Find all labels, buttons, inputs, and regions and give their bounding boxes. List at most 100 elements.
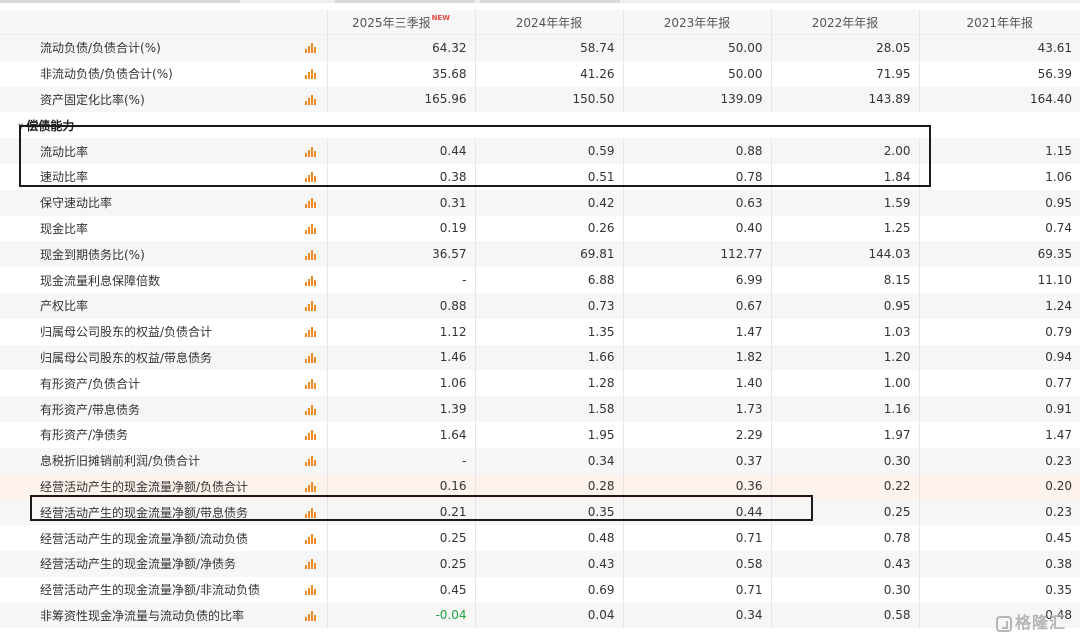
bar-chart-icon-bar [311,69,313,80]
row-chart-cell [305,267,327,293]
bar-chart-icon-bar [314,305,316,312]
table-row[interactable]: 现金流量利息保障倍数 -6.88 6.99 8.15 11.10 [0,267,1080,293]
bar-chart-icon[interactable] [305,275,316,286]
header-period-label: 2025年三季报 [352,15,431,30]
table-row[interactable]: 保守速动比率 0.31 0.42 0.63 1.59 0.95 [0,189,1080,216]
watermark-text: 格隆汇 [1014,613,1066,632]
table-row[interactable]: 有形资产/负债合计 1.06 1.28 1.40 1.00 0.77 [0,370,1080,397]
row-value: 6.88 [474,267,623,293]
top-strip-segment [480,0,620,3]
bar-chart-icon-bar [314,614,316,621]
bar-chart-icon-bar [311,223,313,234]
row-value: 1.47 [622,318,771,345]
table-row[interactable]: 非流动负债/负债合计(%) 35.68 41.26 50.00 71.95 56.39 [0,60,1080,87]
bar-chart-icon[interactable] [305,249,316,260]
bar-chart-icon-bar [314,253,316,260]
bar-chart-icon-bar [311,43,313,54]
bar-chart-icon-bar [311,481,313,492]
table-row[interactable]: 非筹资性现金净流量与流动负债的比率 -0.04 0.04 0.34 0.58 0.48 [0,602,1080,629]
table-row[interactable]: 有形资产/净债务 1.64 1.95 2.29 1.97 1.47 [0,421,1080,448]
bar-chart-icon-bar [308,97,310,105]
bar-chart-icon-bar [311,610,313,621]
row-value: 0.45 [918,525,1080,551]
row-chart-cell [305,550,327,577]
row-chart-cell [305,318,327,345]
bar-chart-icon-bar [311,352,313,363]
row-value: 1.73 [622,396,771,422]
bar-chart-icon[interactable] [305,610,316,621]
bar-chart-icon-bar [305,204,307,209]
row-chart-cell [305,447,327,474]
bar-chart-icon[interactable] [305,223,316,234]
table-row[interactable]: 归属母公司股东的权益/带息债务 1.46 1.66 1.82 1.20 0.94 [0,344,1080,371]
bar-chart-icon[interactable] [305,327,316,338]
table-row[interactable]: 流动负债/负债合计(%) 64.32 58.74 50.00 28.05 43.61 [0,34,1080,61]
row-value: 1.39 [326,396,475,422]
bar-chart-icon-bar [311,198,313,209]
bar-chart-icon[interactable] [305,301,316,312]
bar-chart-icon-bar [314,485,316,492]
row-value: 50.00 [622,34,771,61]
table-row[interactable]: 归属母公司股东的权益/负债合计 1.12 1.35 1.47 1.03 0.79 [0,318,1080,345]
bar-chart-icon[interactable] [305,198,316,209]
bar-chart-icon[interactable] [305,43,316,54]
row-value: 165.96 [326,86,475,113]
bar-chart-icon[interactable] [305,378,316,389]
bar-chart-icon-bar [314,537,316,544]
row-label: 现金流量利息保障倍数 [0,267,305,293]
bar-chart-icon-bar [308,536,310,544]
bar-chart-icon[interactable] [305,94,316,105]
row-value: 0.58 [622,550,771,577]
bar-chart-icon-bar [314,434,316,441]
row-chart-cell [305,86,327,113]
row-label: 有形资产/带息债务 [0,396,305,422]
row-value: 50.00 [622,60,771,87]
table-row[interactable]: 有形资产/带息债务 1.39 1.58 1.73 1.16 0.91 [0,396,1080,422]
table-row[interactable]: 经营活动产生的现金流量净额/非流动负债 0.45 0.69 0.71 0.30 0.35 [0,576,1080,603]
table-row[interactable]: 现金到期债务比(%) 36.57 69.81 112.77 144.03 69.35 [0,241,1080,268]
table-row[interactable]: 产权比率 0.88 0.73 0.67 0.95 1.24 [0,292,1080,319]
bar-chart-icon-bar [308,433,310,441]
bar-chart-icon-bar [314,279,316,286]
row-value: 0.31 [326,189,475,216]
bar-chart-icon-bar [314,356,316,363]
row-chart-cell [305,602,327,629]
table-row[interactable]: 经营活动产生的现金流量净额/流动负债 0.25 0.48 0.71 0.78 0.45 [0,525,1080,551]
bar-chart-icon[interactable] [305,352,316,363]
bar-chart-icon-bar [311,94,313,105]
bar-chart-icon[interactable] [305,404,316,415]
table-row[interactable]: 现金比率 0.19 0.26 0.40 1.25 0.74 [0,215,1080,242]
row-value: 64.32 [326,34,475,61]
bar-chart-icon[interactable] [305,533,316,544]
row-value: 0.78 [770,525,919,551]
row-value: 144.03 [770,241,919,268]
header-period-2025q3[interactable]: 2025年三季报NEW [326,10,475,35]
row-label: 资产固定化比率(%) [0,86,305,113]
row-value: 0.95 [918,189,1080,216]
bar-chart-icon-bar [305,229,307,234]
row-value: 1.24 [918,292,1080,319]
bar-chart-icon[interactable] [305,430,316,441]
bar-chart-icon[interactable] [305,69,316,80]
bar-chart-icon[interactable] [305,481,316,492]
table-row[interactable]: 经营活动产生的现金流量净额/净债务 0.25 0.43 0.58 0.43 0.38 [0,550,1080,577]
header-period-2023[interactable]: 2023年年报 [622,10,771,35]
table-row[interactable]: 资产固定化比率(%) 165.96 150.50 139.09 143.89 164.40 [0,86,1080,113]
row-value: 8.15 [770,267,919,293]
row-value: 0.45 [326,576,475,603]
bar-chart-icon[interactable] [305,585,316,596]
header-period-2022[interactable]: 2022年年报 [770,10,919,35]
bar-chart-icon[interactable] [305,456,316,467]
bar-chart-icon-bar [311,585,313,596]
row-value: 71.95 [770,60,919,87]
header-period-2024[interactable]: 2024年年报 [474,10,623,35]
header-period-2021[interactable]: 2021年年报 [918,10,1080,35]
bar-chart-icon[interactable] [305,559,316,570]
table-row[interactable]: 息税折旧摊销前利润/负债合计 -0.34 0.37 0.30 0.23 [0,447,1080,474]
row-value: -0.04 [326,602,475,629]
row-value: 1.66 [474,344,623,371]
bar-chart-icon-bar [305,255,307,260]
row-label: 现金到期债务比(%) [0,241,305,268]
bar-chart-icon-bar [305,281,307,286]
row-value: 0.79 [918,318,1080,345]
